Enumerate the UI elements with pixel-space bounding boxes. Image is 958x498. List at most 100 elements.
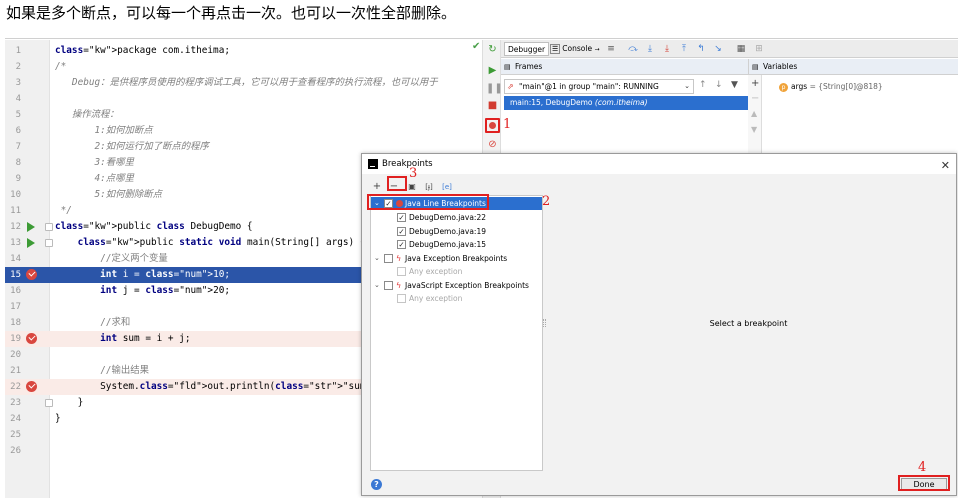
add-breakpoint-icon[interactable]: +: [370, 180, 384, 194]
step-over-icon[interactable]: ⤓: [644, 43, 656, 55]
breakpoint-icon[interactable]: [26, 333, 37, 344]
step-into-icon[interactable]: ⤓: [661, 43, 673, 55]
help-icon[interactable]: ?: [371, 479, 382, 490]
tab-console[interactable]: ☰ Console →: [547, 42, 602, 56]
line-number: 10: [10, 190, 21, 200]
line-number: 23: [10, 398, 21, 408]
frame-label: main:15, DebugDemo: [510, 98, 593, 107]
move-down-icon[interactable]: ▼: [751, 125, 757, 134]
stop-icon[interactable]: ■: [486, 99, 499, 112]
resume-icon[interactable]: ▶: [486, 64, 499, 77]
mute-breakpoints-icon[interactable]: ⊘: [486, 138, 499, 151]
dialog-titlebar: Breakpoints ✕: [362, 154, 956, 174]
frames-icon: ▤: [504, 63, 511, 71]
checkbox-bp-22[interactable]: ✓: [397, 213, 406, 222]
arrow-up-icon[interactable]: ↑: [699, 80, 707, 90]
line-number: 14: [10, 254, 21, 264]
line-number: 21: [10, 366, 21, 376]
add-watch-icon[interactable]: +: [751, 78, 759, 89]
thread-selector[interactable]: ⇗ "main"@1 in group "main": RUNNING ⌄: [504, 79, 694, 94]
checkbox-java-exception[interactable]: [384, 254, 393, 263]
group-by-class-icon[interactable]: [ɟ]: [422, 180, 436, 194]
evaluate-icon[interactable]: ▦: [735, 43, 747, 55]
code-text: 3:看哪里: [55, 157, 134, 168]
breakpoint-icon[interactable]: [26, 269, 37, 280]
restore-layout-icon[interactable]: ⊞: [753, 43, 765, 55]
tree-node-bp-19[interactable]: ✓ DebugDemo.java:19: [371, 225, 542, 238]
rerun-icon[interactable]: ↻: [486, 43, 499, 56]
line-number: 12: [10, 222, 21, 232]
step-out-icon[interactable]: ⤒: [678, 43, 690, 55]
line-number: 9: [15, 174, 21, 184]
run-gutter-icon[interactable]: [27, 222, 35, 232]
line-number: 5: [15, 110, 21, 120]
run-to-cursor-icon[interactable]: ↘: [712, 43, 724, 55]
run-gutter-icon[interactable]: [27, 238, 35, 248]
debugger-panel: Debugger ☰ Console → ≡ ⤼ ⤓ ⤓ ⤒ ↰ ↘ ▦ ⊞ ▤ …: [501, 40, 958, 160]
checkbox-bp-19[interactable]: ✓: [397, 227, 406, 236]
line-number: 8: [15, 158, 21, 168]
close-icon[interactable]: ✕: [941, 156, 950, 176]
view-breakpoints-icon[interactable]: [485, 118, 500, 133]
line-number: 11: [10, 206, 21, 216]
annotation-4: 4: [918, 460, 927, 475]
fold-marker-icon[interactable]: [45, 239, 53, 247]
breakpoint-icon[interactable]: [26, 381, 37, 392]
group-by-file-icon[interactable]: ▣: [405, 180, 419, 194]
checkbox-any-exception-2[interactable]: [397, 294, 406, 303]
line-number: 16: [10, 286, 21, 296]
checkbox-bp-15[interactable]: ✓: [397, 240, 406, 249]
code-text: 2:如何运行加了断点的程序: [55, 141, 209, 152]
fold-marker-icon[interactable]: [45, 399, 53, 407]
checkbox-any-exception-1[interactable]: [397, 267, 406, 276]
tree-label-bp-15: DebugDemo.java:15: [409, 240, 486, 249]
checkbox-js-exception[interactable]: [384, 281, 393, 290]
parameter-icon: p: [779, 82, 788, 92]
tab-debugger[interactable]: Debugger: [504, 42, 550, 56]
dialog-title: Breakpoints: [382, 159, 433, 169]
show-execution-point-icon[interactable]: ⤼: [627, 43, 639, 55]
fold-marker-icon[interactable]: [45, 223, 53, 231]
arrow-down-icon[interactable]: ↓: [715, 80, 723, 90]
code-line[interactable]: 6 1:如何加断点: [5, 123, 482, 139]
tree-node-any-exception-1[interactable]: Any exception: [371, 265, 542, 278]
tree-label-any-exception-1: Any exception: [409, 267, 463, 276]
line-number: 3: [15, 78, 21, 88]
code-text: Debug：是供程序员使用的程序调试工具，它可以用于查看程序的执行流程，也可以用…: [55, 77, 438, 88]
frame-row[interactable]: main:15, DebugDemo (com.itheima): [504, 96, 748, 110]
line-number: 6: [15, 126, 21, 136]
move-up-icon[interactable]: ▲: [751, 109, 757, 118]
tree-label-any-exception-2: Any exception: [409, 294, 463, 303]
group-by-package-icon[interactable]: [e]: [440, 180, 454, 194]
line-number: 2: [15, 62, 21, 72]
debugger-tabs: Debugger ☰ Console → ≡ ⤼ ⤓ ⤓ ⤒ ↰ ↘ ▦ ⊞: [501, 40, 958, 58]
annotation-1: 1: [503, 117, 512, 132]
code-text: }: [55, 413, 61, 424]
chevron-down-icon[interactable]: ⌄: [374, 252, 382, 265]
frame-package: (com.itheima): [594, 98, 648, 107]
code-line[interactable]: 4: [5, 91, 482, 107]
code-text: int i = class="num">10;: [100, 269, 231, 280]
code-line[interactable]: 5 操作流程：: [5, 107, 482, 123]
code-text: int j = class="num">20;: [100, 285, 231, 296]
code-text: //定义两个变量: [55, 253, 168, 264]
chevron-down-icon[interactable]: ⌄: [374, 279, 382, 292]
code-line[interactable]: 3 Debug：是供程序员使用的程序调试工具，它可以用于查看程序的执行流程，也可…: [5, 75, 482, 91]
drop-frame-icon[interactable]: ↰: [695, 43, 707, 55]
tree-node-bp-15[interactable]: ✓ DebugDemo.java:15: [371, 238, 542, 251]
code-text: }: [55, 397, 84, 408]
line-number: 15: [10, 270, 21, 280]
menu-icon[interactable]: ≡: [605, 43, 617, 55]
tree-node-bp-22[interactable]: ✓ DebugDemo.java:22: [371, 211, 542, 224]
filter-icon[interactable]: ▼: [731, 80, 738, 90]
tree-node-java-exception[interactable]: ⌄ ϟ Java Exception Breakpoints: [371, 252, 542, 265]
pause-icon[interactable]: ❚❚: [486, 82, 503, 95]
tree-node-js-exception[interactable]: ⌄ ϟ JavaScript Exception Breakpoints: [371, 279, 542, 292]
code-line[interactable]: 2 /*: [5, 59, 482, 75]
variable-row[interactable]: p args = {String[0]@818}: [779, 81, 883, 93]
line-number: 26: [10, 446, 21, 456]
tree-node-any-exception-2[interactable]: Any exception: [371, 292, 542, 305]
remove-watch-icon[interactable]: −: [751, 93, 759, 104]
code-line[interactable]: 1 class="kw">package com.itheima;: [5, 43, 482, 59]
line-number: 25: [10, 430, 21, 440]
